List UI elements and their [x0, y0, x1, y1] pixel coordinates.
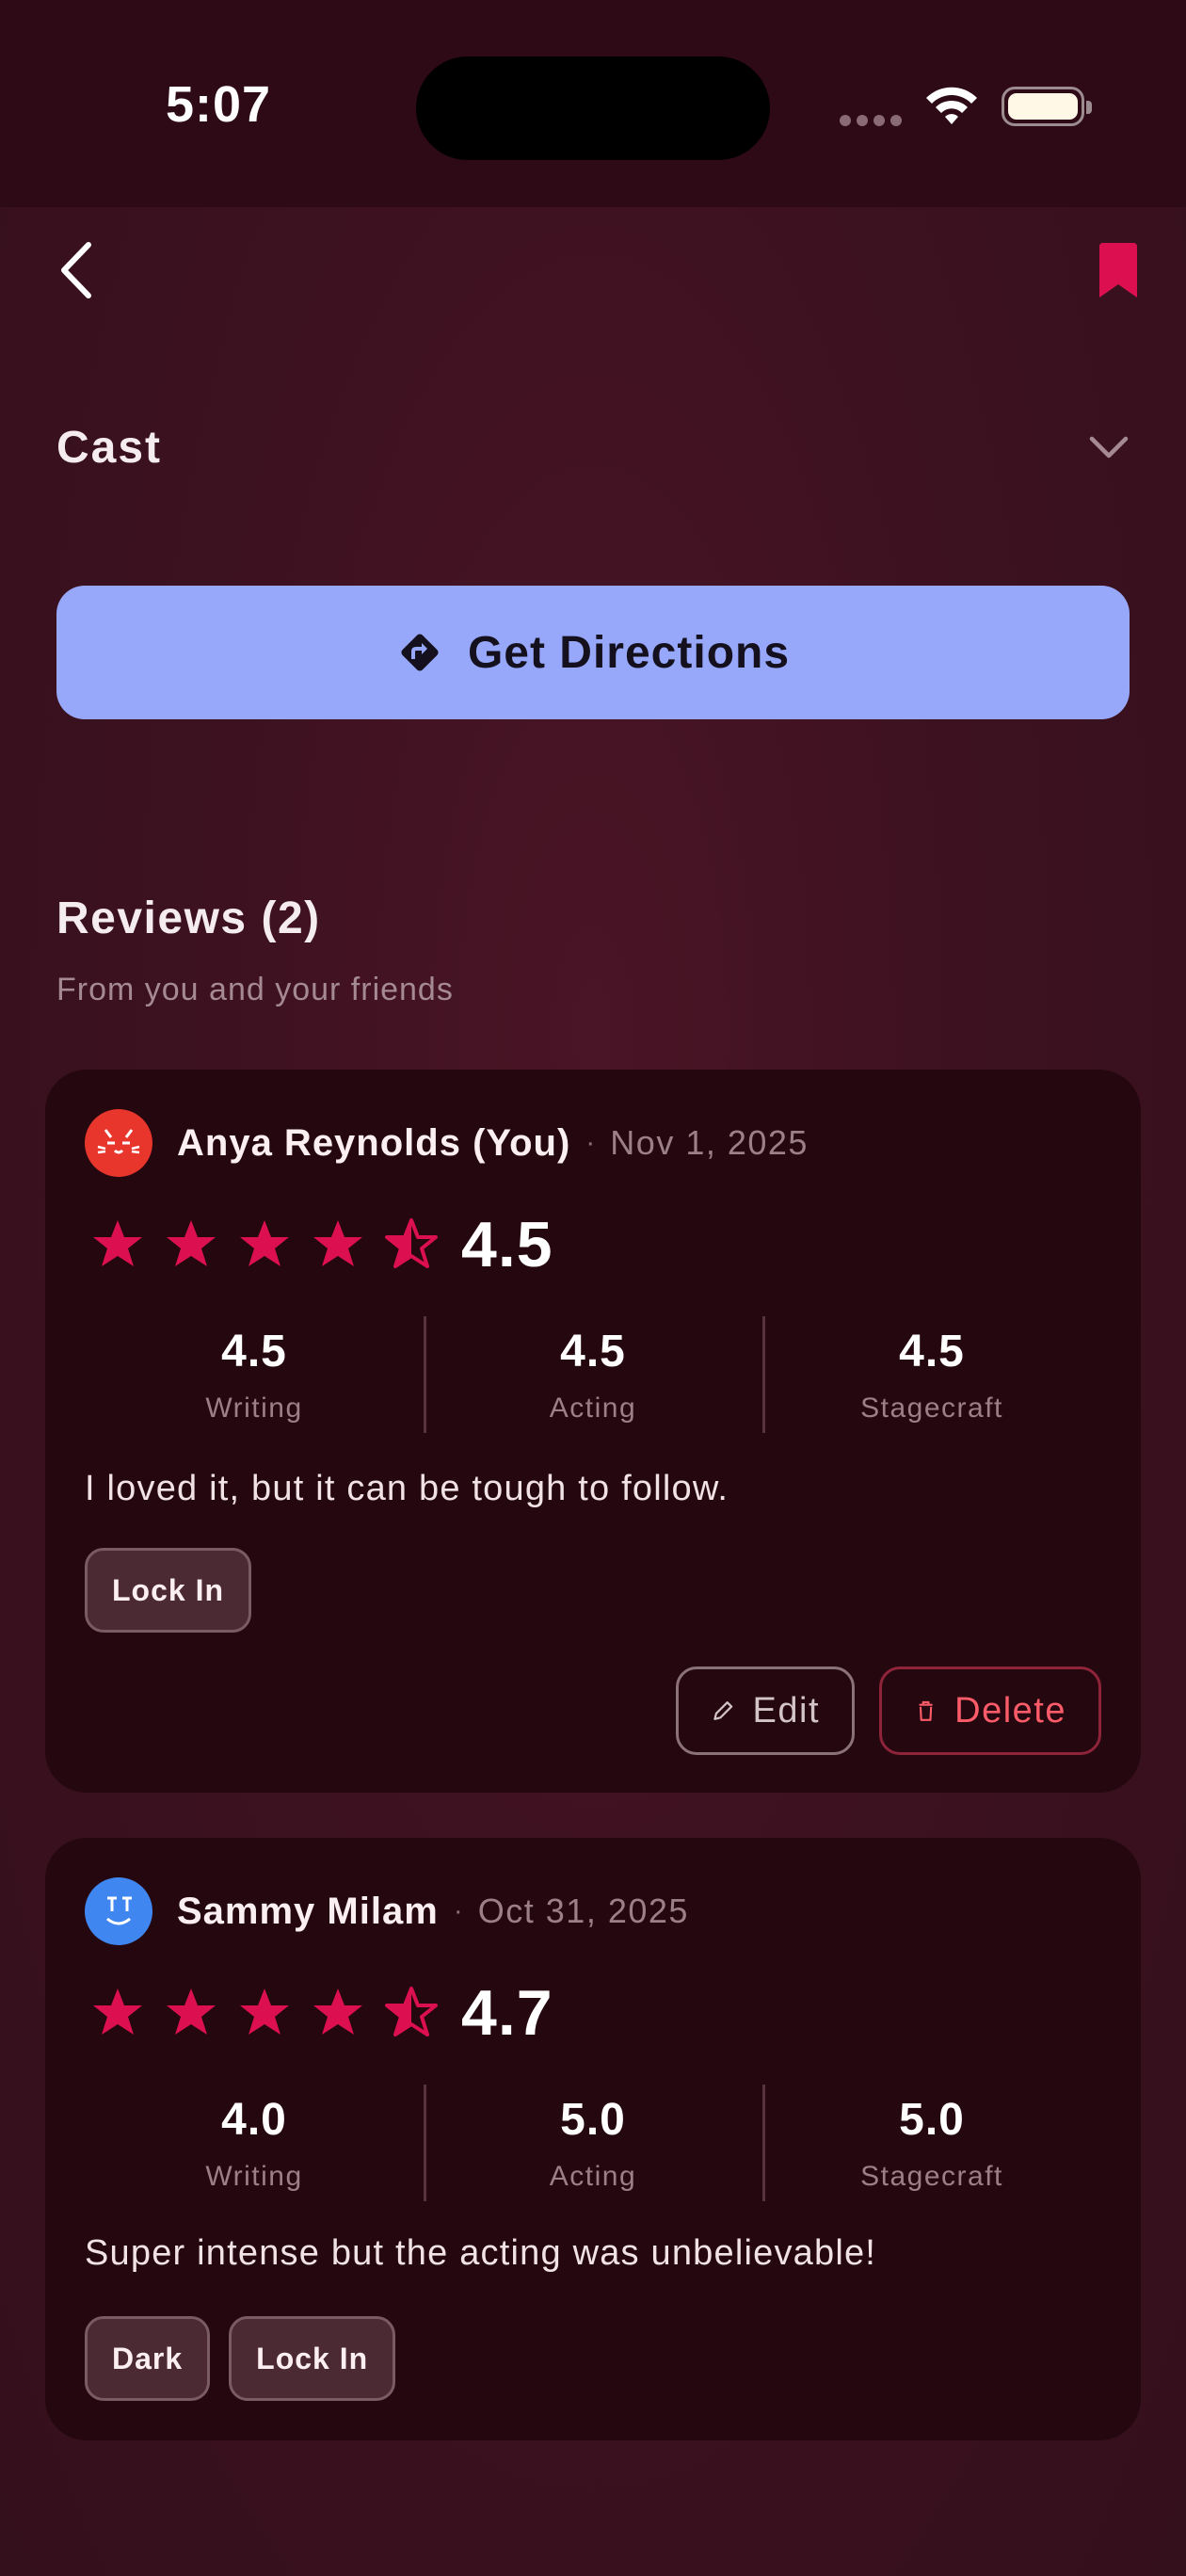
get-directions-label: Get Directions: [467, 627, 791, 678]
separator-dot: ·: [453, 1895, 463, 1926]
tag-chip[interactable]: Dark: [85, 2316, 211, 2401]
delete-label: Delete: [954, 1690, 1066, 1731]
review-date: Nov 1, 2025: [610, 1123, 809, 1162]
review-card: Sammy Milam · Oct 31, 2025 4.7 4.0 Writi…: [45, 1838, 1141, 2440]
star-full-icon: [167, 1988, 216, 2035]
review-text: Super intense but the acting was unbelie…: [85, 2233, 877, 2273]
tag-chip[interactable]: Lock In: [85, 1548, 252, 1633]
star-rating: 4.7: [90, 1975, 553, 2051]
sub-scores: 4.0 Writing 5.0 Acting 5.0 Stagecraft: [85, 2085, 1101, 2201]
star-full-icon: [313, 1220, 362, 1266]
reviewer-name[interactable]: Anya Reynolds (You): [177, 1122, 570, 1165]
score-stagecraft: 4.5 Stagecraft: [762, 1316, 1101, 1433]
chevron-down-icon: [1089, 436, 1129, 459]
score-label: Stagecraft: [860, 2161, 1003, 2192]
review-tags: Lock In: [85, 1548, 252, 1633]
stars: [90, 1986, 439, 2040]
edit-label: Edit: [752, 1690, 820, 1731]
score-writing: 4.0 Writing: [85, 2085, 424, 2201]
stars: [90, 1217, 439, 1272]
dynamic-island: [416, 56, 770, 160]
score-value: 4.0: [221, 2095, 287, 2145]
star-full-icon: [313, 1988, 362, 2035]
star-full-icon: [93, 1988, 142, 2035]
edit-button[interactable]: Edit: [676, 1666, 855, 1755]
score-stagecraft: 5.0 Stagecraft: [762, 2085, 1101, 2201]
review-text: I loved it, but it can be tough to follo…: [85, 1469, 729, 1508]
review-header: Sammy Milam · Oct 31, 2025: [85, 1877, 689, 1945]
score-acting: 4.5 Acting: [424, 1316, 762, 1433]
cellular-signal-icon: [840, 115, 902, 126]
score-acting: 5.0 Acting: [424, 2085, 762, 2201]
score-value: 4.5: [560, 1327, 626, 1377]
directions-icon: [401, 634, 439, 671]
bookmark-button[interactable]: [1096, 243, 1141, 299]
avatar[interactable]: [85, 1109, 152, 1177]
score-label: Acting: [549, 2161, 637, 2192]
score-label: Writing: [205, 2161, 303, 2192]
reviewer-name[interactable]: Sammy Milam: [177, 1891, 439, 1933]
header-bar: 5:07: [0, 0, 1186, 298]
star-full-icon: [240, 1220, 289, 1266]
score-label: Acting: [549, 1393, 637, 1424]
pencil-icon: [713, 1701, 733, 1720]
back-button[interactable]: [55, 237, 102, 303]
get-directions-button[interactable]: Get Directions: [56, 586, 1130, 719]
overall-rating: 4.5: [461, 1209, 553, 1280]
cast-section-toggle[interactable]: Cast: [56, 414, 1130, 480]
review-date: Oct 31, 2025: [477, 1892, 689, 1930]
review-header: Anya Reynolds (You) · Nov 1, 2025: [85, 1109, 809, 1177]
score-value: 4.5: [899, 1327, 965, 1377]
star-full-icon: [167, 1220, 216, 1266]
reviews-title: Reviews (2): [56, 894, 321, 943]
score-value: 4.5: [221, 1327, 287, 1377]
star-half-icon: [385, 1218, 438, 1268]
score-value: 5.0: [560, 2095, 626, 2145]
wifi-icon: [926, 87, 977, 124]
cat-face-icon: [97, 1129, 140, 1154]
smile-face-icon: [106, 1896, 132, 1925]
review-card: Anya Reynolds (You) · Nov 1, 2025 4.5 4.…: [45, 1070, 1141, 1793]
delete-button[interactable]: Delete: [879, 1666, 1101, 1755]
overall-rating: 4.7: [461, 1977, 553, 2049]
avatar[interactable]: [85, 1877, 152, 1945]
sub-scores: 4.5 Writing 4.5 Acting 4.5 Stagecraft: [85, 1316, 1101, 1433]
star-half-icon: [385, 1987, 438, 2037]
review-actions: Edit Delete: [676, 1666, 1101, 1755]
score-value: 5.0: [899, 2095, 965, 2145]
review-tags: Dark Lock In: [85, 2316, 396, 2401]
star-full-icon: [240, 1988, 289, 2035]
score-writing: 4.5 Writing: [85, 1316, 424, 1433]
separator-dot: ·: [585, 1127, 596, 1158]
cast-title: Cast: [56, 422, 163, 473]
star-full-icon: [93, 1220, 142, 1266]
score-label: Stagecraft: [860, 1393, 1003, 1424]
reviews-subtitle: From you and your friends: [56, 972, 454, 1007]
star-rating: 4.5: [90, 1207, 553, 1282]
score-label: Writing: [205, 1393, 303, 1424]
tag-chip[interactable]: Lock In: [229, 2316, 396, 2401]
status-time: 5:07: [166, 76, 272, 133]
trash-icon: [919, 1700, 933, 1721]
battery-icon: [1002, 87, 1092, 126]
